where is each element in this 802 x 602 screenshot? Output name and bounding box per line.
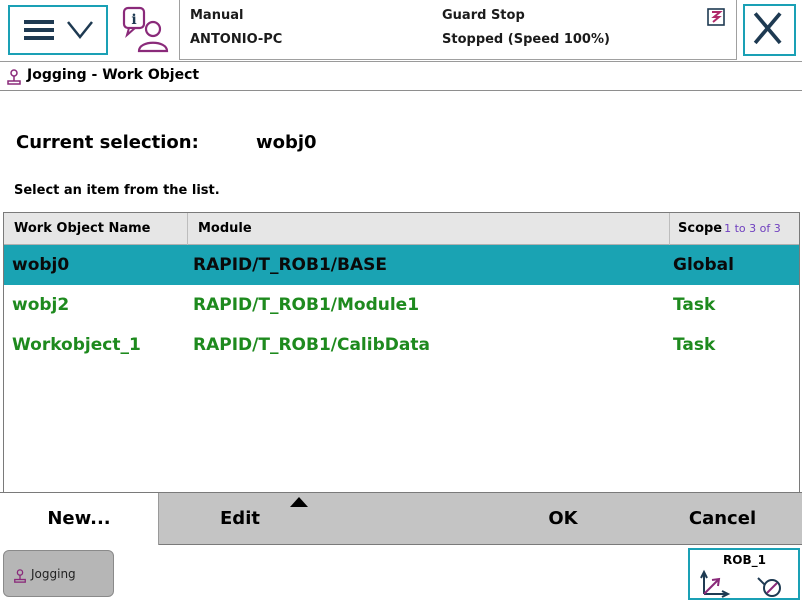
table-row[interactable]: Workobject_1 RAPID/T_ROB1/CalibData Task <box>4 325 799 365</box>
row-module: RAPID/T_ROB1/CalibData <box>193 335 430 355</box>
row-module: RAPID/T_ROB1/BASE <box>193 255 387 275</box>
row-scope: Task <box>673 335 716 355</box>
row-name: Workobject_1 <box>12 335 141 355</box>
row-module: RAPID/T_ROB1/Module1 <box>193 295 420 315</box>
main-menu-button[interactable] <box>8 5 108 55</box>
guard-status: Guard Stop <box>442 8 525 23</box>
scope-header-label: Scope <box>678 221 723 236</box>
column-header-scope[interactable]: Scope 1 to 3 of 3 <box>670 213 799 245</box>
instruction-text: Select an item from the list. <box>14 183 220 198</box>
status-panel[interactable]: Manual ANTONIO-PC Guard Stop Stopped (Sp… <box>179 0 737 60</box>
table-row[interactable]: wobj2 RAPID/T_ROB1/Module1 Task <box>4 285 799 325</box>
work-object-list[interactable]: Work Object Name Module Scope 1 to 3 of 3… <box>3 212 800 493</box>
window-title-bar: Jogging - Work Object <box>0 63 802 91</box>
run-status: Stopped (Speed 100%) <box>442 32 610 47</box>
top-bar: i Manual ANTONIO-PC Guard Stop Stopped (… <box>0 0 802 62</box>
close-button[interactable] <box>743 4 796 56</box>
hamburger-icon <box>24 20 54 40</box>
close-icon <box>753 12 782 45</box>
table-row[interactable]: wobj0 RAPID/T_ROB1/BASE Global <box>4 245 799 285</box>
row-scope: Task <box>673 295 716 315</box>
jogging-icon <box>14 569 26 583</box>
list-header: Work Object Name Module Scope 1 to 3 of 3 <box>4 213 799 245</box>
row-name: wobj2 <box>12 295 70 315</box>
ok-button[interactable]: OK <box>483 493 643 545</box>
command-bar: New... Edit OK Cancel <box>0 492 802 545</box>
quickset-robot-button[interactable]: ROB_1 <box>688 548 800 600</box>
robot-name: ROB_1 <box>723 553 766 567</box>
caret-up-icon <box>290 497 308 507</box>
page-title: Jogging - Work Object <box>27 67 200 83</box>
new-button[interactable]: New... <box>0 493 159 545</box>
taskbar-jogging-button[interactable]: Jogging <box>3 550 114 597</box>
row-scope: Global <box>673 255 734 275</box>
task-bar: Jogging ROB_1 <box>0 546 802 602</box>
program-status-icon <box>707 8 725 26</box>
tool-icon <box>757 577 781 597</box>
column-header-name[interactable]: Work Object Name <box>4 213 188 245</box>
operating-mode: Manual <box>190 8 244 23</box>
event-log-icon[interactable]: i <box>121 5 171 55</box>
row-name: wobj0 <box>12 255 70 275</box>
current-selection-value: wobj0 <box>256 132 317 153</box>
coordinate-axes-icon <box>700 569 731 598</box>
jogging-icon <box>7 69 21 85</box>
current-selection-label: Current selection: <box>16 132 199 153</box>
column-header-module[interactable]: Module <box>188 213 670 245</box>
controller-name: ANTONIO-PC <box>190 32 283 47</box>
list-count: 1 to 3 of 3 <box>724 222 781 235</box>
taskbar-jogging-label: Jogging <box>31 567 76 581</box>
svg-text:i: i <box>131 12 136 28</box>
chevron-down-icon <box>67 21 93 40</box>
cancel-button[interactable]: Cancel <box>643 493 802 545</box>
